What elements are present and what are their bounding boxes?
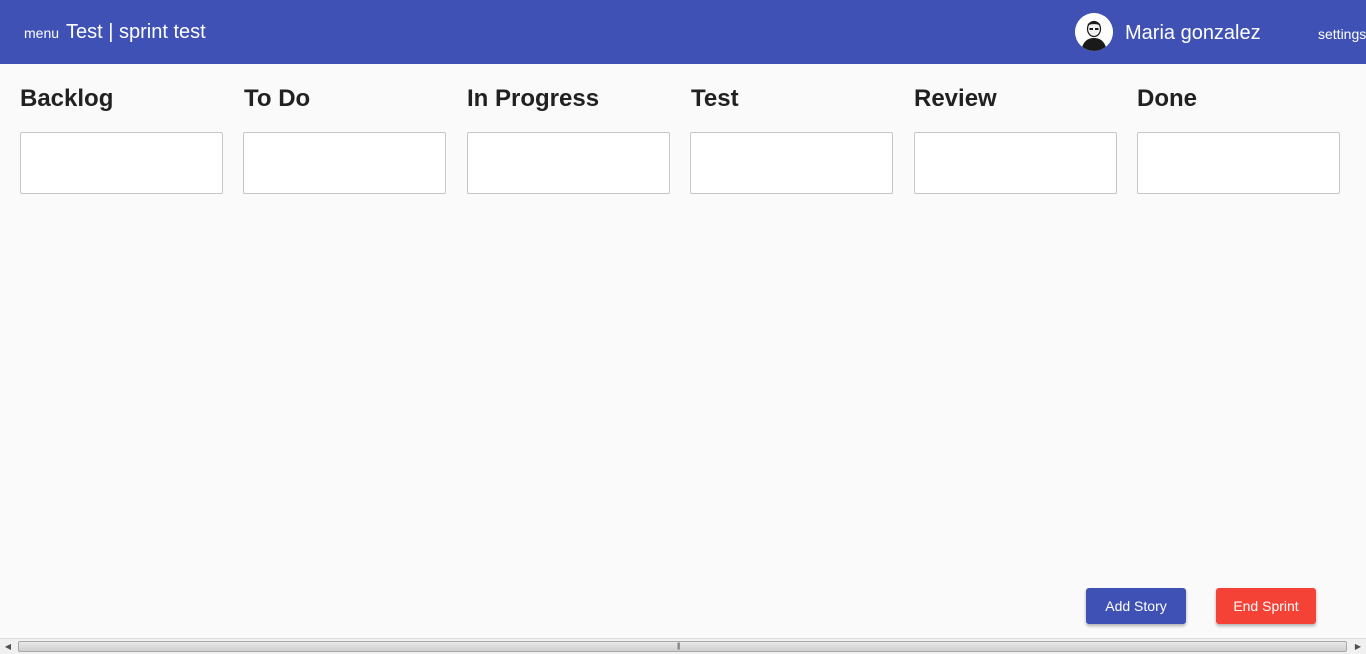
menu-button[interactable]: menu — [24, 24, 59, 42]
scrollbar-thumb[interactable]: ||| — [18, 641, 1347, 652]
column-title-review: Review — [914, 85, 997, 112]
scroll-right-arrow-icon[interactable]: ▶ — [1350, 639, 1366, 654]
scroll-left-arrow-icon[interactable]: ◀ — [0, 639, 16, 654]
column-dropzone-in-progress[interactable] — [467, 132, 670, 194]
settings-button[interactable]: settings — [1318, 25, 1366, 43]
user-avatar-icon[interactable] — [1075, 13, 1113, 51]
column-dropzone-test[interactable] — [690, 132, 893, 194]
board-title: Test | sprint test — [66, 21, 206, 43]
end-sprint-button[interactable]: End Sprint — [1216, 588, 1316, 624]
column-dropzone-done[interactable] — [1137, 132, 1340, 194]
column-dropzone-todo[interactable] — [243, 132, 446, 194]
scrollbar-grip-icon: ||| — [677, 643, 681, 650]
top-toolbar: menu Test | sprint test Maria gonzalez s… — [0, 0, 1366, 64]
column-dropzone-review[interactable] — [914, 132, 1117, 194]
add-story-button[interactable]: Add Story — [1086, 588, 1186, 624]
column-title-todo: To Do — [244, 85, 311, 112]
column-title-in-progress: In Progress — [467, 85, 600, 112]
column-title-done: Done — [1137, 85, 1197, 112]
column-title-backlog: Backlog — [20, 85, 114, 112]
horizontal-scrollbar[interactable]: ◀ ||| ▶ — [0, 638, 1366, 654]
column-dropzone-backlog[interactable] — [20, 132, 223, 194]
column-title-test: Test — [691, 85, 739, 112]
user-name[interactable]: Maria gonzalez — [1125, 21, 1261, 45]
